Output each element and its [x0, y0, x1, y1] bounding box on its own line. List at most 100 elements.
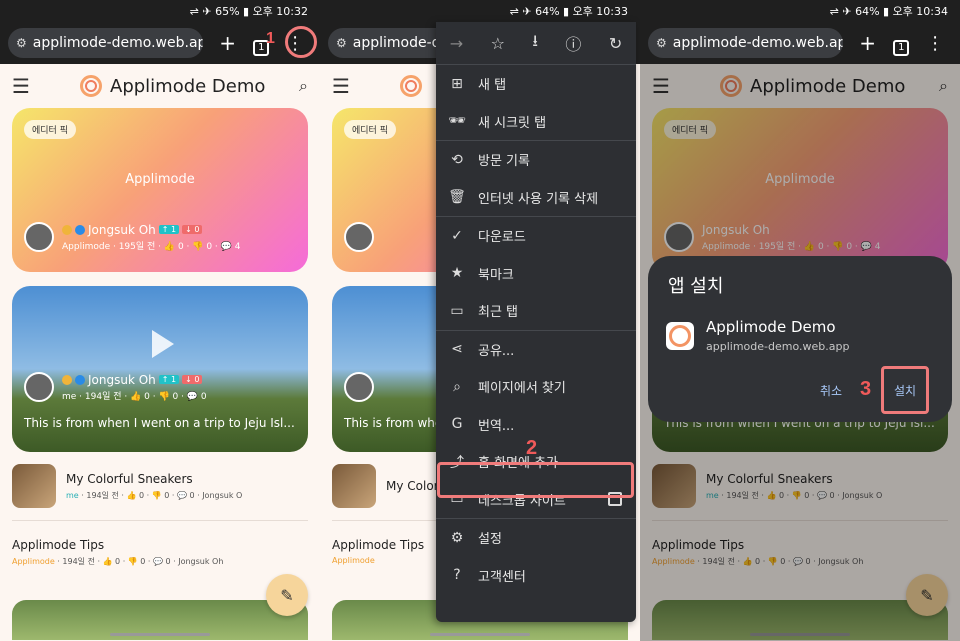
list-item[interactable]: Applimode Tips Applimode · 194일 전 · 👍 0 …	[12, 538, 223, 567]
hamburger-menu-icon[interactable]: ☰	[12, 74, 40, 98]
info-icon[interactable]: ⓘ	[565, 31, 581, 55]
menu-item-new-tab[interactable]: ⊞ 새 탭	[436, 65, 636, 103]
share-icon: ⋖	[451, 341, 463, 358]
more-menu-icon[interactable]: ⋮	[918, 33, 952, 54]
hamburger-menu-icon[interactable]: ☰	[332, 74, 360, 98]
downloads-icon: ✓	[451, 227, 463, 244]
highlight-circle	[285, 26, 317, 58]
site-info-icon[interactable]: ⚙	[16, 36, 27, 50]
menu-item-recent-tabs[interactable]: ▭ 최근 탭	[436, 292, 636, 330]
category-label: me	[66, 490, 79, 500]
post-thumbnail	[12, 464, 56, 508]
category-label: Applimode	[12, 557, 55, 566]
menu-item-label: 페이지에서 찾기	[478, 381, 566, 397]
post-author[interactable]: Jongsuk Oh ↑ 1 ↓ 0 Applimode · 195일 전 · 👍 …	[24, 222, 240, 252]
menu-item-label: 방문 기록	[478, 154, 530, 170]
step-number: 2	[526, 437, 538, 459]
menu-item-label: 북마크	[478, 267, 514, 283]
upvote-badge: ↑ 1	[158, 225, 180, 234]
tab-switcher-button[interactable]: 1	[884, 31, 918, 56]
forward-icon[interactable]: →	[450, 34, 463, 53]
new-tab-icon[interactable]: +	[211, 31, 245, 55]
refresh-icon[interactable]: ↻	[609, 34, 622, 53]
trash-icon: 🗑	[448, 189, 466, 206]
post-author[interactable]	[344, 372, 374, 402]
post-stats: me · 194일 전 · 👍 0 · 👎 0 · 💬 0	[62, 391, 207, 402]
app-bar: ☰ Applimode Demo ⌕	[0, 64, 320, 108]
menu-item-find-in-page[interactable]: ⌕ 페이지에서 찾기	[436, 368, 636, 406]
list-item-title: My Colorful Sneakers	[66, 471, 193, 486]
status-text: ⇌ ✈ 65% ▮ 오후 10:32	[189, 5, 308, 18]
menu-item-bookmarks[interactable]: ★ 북마크	[436, 255, 636, 293]
gold-badge-icon	[62, 224, 72, 235]
list-item[interactable]: Applimode Tips Applimode	[332, 538, 424, 565]
editor-pick-badge: 에디터 픽	[24, 120, 76, 139]
address-bar[interactable]: ⚙ applimode-demo.web.app	[648, 28, 843, 58]
menu-item-incognito-tab[interactable]: 🕶 새 시크릿 탭	[436, 103, 636, 141]
post-card-video[interactable]: Jongsuk Oh ↑ 1 ↓ 0 me · 194일 전 · 👍 0 · 👎 0…	[12, 286, 308, 452]
menu-item-label: 인터넷 사용 기록 삭제	[478, 191, 599, 207]
list-item[interactable]: My Colorful Sneakers me · 194일 전 · 👍 0 ·…	[12, 464, 242, 508]
menu-item-label: 공유...	[478, 343, 515, 359]
menu-action-row: → ☆ ⭳ ⓘ ↻	[436, 22, 636, 64]
list-item-title: Applimode Tips	[12, 538, 105, 552]
menu-item-help[interactable]: ? 고객센터	[436, 557, 636, 595]
bookmark-star-icon[interactable]: ☆	[491, 34, 505, 53]
screenshot-panel-1: ⇌ ✈ 65% ▮ 오후 10:32 ⚙ applimode-demo.web.a…	[0, 0, 320, 641]
menu-item-share[interactable]: ⋖ 공유...	[436, 331, 636, 369]
cancel-button[interactable]: 취소	[820, 382, 842, 399]
download-icon[interactable]: ⭳	[532, 30, 538, 57]
history-icon: ⟲	[451, 151, 463, 168]
menu-item-label: 최근 탭	[478, 305, 519, 321]
site-info-icon[interactable]: ⚙	[336, 36, 347, 50]
new-tab-icon[interactable]: +	[851, 31, 885, 55]
status-text: ⇌ ✈ 64% ▮ 오후 10:33	[509, 5, 628, 18]
card-text: Applimode	[125, 172, 195, 187]
menu-item-settings[interactable]: ⚙ 설정	[436, 519, 636, 557]
menu-item-label: 고객센터	[478, 569, 526, 585]
url-text: applimode-demo.web.app	[672, 35, 843, 51]
menu-item-history[interactable]: ⟲ 방문 기록	[436, 141, 636, 179]
list-item-meta: me · 194일 전 · 👍 0 · 👎 0 · 💬 0 · Jongsuk …	[66, 490, 242, 501]
verified-icon	[75, 224, 85, 235]
gear-icon: ⚙	[450, 529, 464, 546]
address-bar[interactable]: ⚙ applimode-demo.web.app	[8, 28, 203, 58]
author-name: Jongsuk Oh	[178, 557, 224, 566]
gold-badge-icon	[62, 374, 72, 385]
menu-item-label: 번역...	[478, 418, 515, 434]
applimode-logo-icon	[80, 75, 102, 97]
write-post-button[interactable]: ✎	[266, 574, 308, 616]
post-author[interactable]: Jongsuk Oh ↑ 1 ↓ 0 me · 194일 전 · 👍 0 · 👎 0…	[24, 372, 207, 402]
tab-count: 1	[893, 39, 910, 56]
status-bar: ⇌ ✈ 64% ▮ 오후 10:34	[640, 0, 960, 22]
status-bar: ⇌ ✈ 64% ▮ 오후 10:33	[320, 0, 640, 22]
browser-toolbar: ⚙ applimode-demo.web.app + 1 ⋮	[640, 22, 960, 64]
url-text: applimode-demo.web.app	[32, 35, 203, 51]
menu-item-downloads[interactable]: ✓ 다운로드	[436, 217, 636, 255]
menu-item-clear-data[interactable]: 🗑 인터넷 사용 기록 삭제	[436, 179, 636, 217]
post-author[interactable]	[344, 222, 374, 252]
highlight-box	[881, 366, 929, 414]
post-card-editor-pick[interactable]: 에디터 픽 Applimode Jongsuk Oh ↑ 1 ↓ 0 Applimo…	[12, 108, 308, 272]
browser-overflow-menu: → ☆ ⭳ ⓘ ↻ ⊞ 새 탭 🕶 새 시크릿 탭 ⟲ 방문 기록 🗑 인터넷 사용 기…	[436, 22, 636, 622]
menu-item-label: 새 탭	[478, 78, 507, 94]
author-name: Jongsuk Oh	[88, 372, 156, 387]
site-info-icon[interactable]: ⚙	[656, 36, 667, 50]
app-title: Applimode Demo	[110, 75, 266, 97]
list-item-meta: Applimode	[332, 556, 424, 565]
list-item-title: Applimode Tips	[332, 538, 425, 552]
star-icon: ★	[450, 265, 464, 282]
post-stats: Applimode · 195일 전 · 👍 0 · 👎 0 · 💬 4	[62, 241, 241, 252]
menu-item-label: 설정	[478, 532, 502, 548]
help-icon: ?	[453, 567, 461, 584]
verified-icon	[75, 374, 85, 385]
author-name: Jongsuk O	[202, 490, 243, 500]
category-label: Applimode	[332, 556, 375, 565]
step-number: 1	[266, 30, 275, 47]
stats-text: · 194일 전 · 👍 0 · 👎 0 · 💬 0 ·	[54, 557, 179, 566]
app-icon	[666, 322, 694, 350]
play-icon[interactable]	[152, 330, 174, 358]
search-icon[interactable]: ⌕	[299, 76, 308, 96]
avatar	[344, 222, 374, 252]
status-text: ⇌ ✈ 64% ▮ 오후 10:34	[829, 5, 948, 18]
